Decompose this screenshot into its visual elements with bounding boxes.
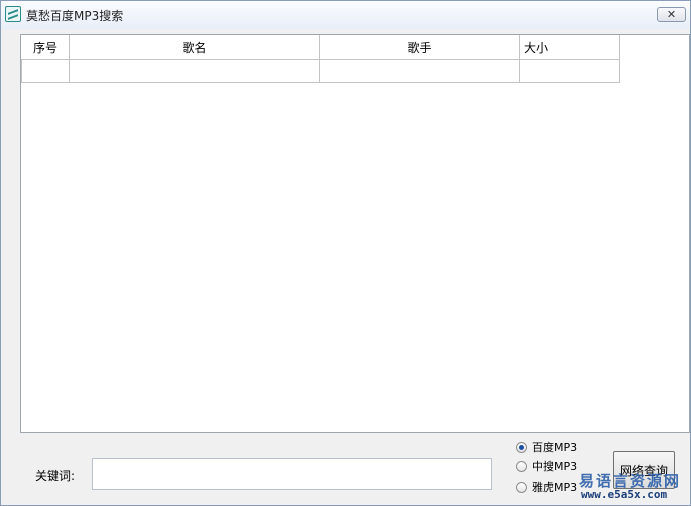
- source-radio-baidu[interactable]: 百度MP3: [516, 439, 577, 455]
- list-header: 序号 歌名 歌手 大小: [21, 35, 620, 60]
- close-button[interactable]: ✕: [657, 7, 686, 22]
- main-window: 莫愁百度MP3搜索 ✕ 序号 歌名 歌手 大小 关键词: 百度MP3 中搜MP3…: [0, 0, 691, 506]
- radio-unselected-icon[interactable]: [516, 460, 527, 472]
- source-label-baidu: 百度MP3: [532, 441, 578, 454]
- close-icon: ✕: [666, 8, 677, 21]
- column-header-index[interactable]: 序号: [21, 35, 70, 60]
- app-logo-icon: [5, 6, 21, 22]
- row-size-cell: [520, 60, 620, 83]
- watermark-url: www.e5a5x.com: [581, 488, 668, 501]
- radio-unselected-icon[interactable]: [516, 481, 527, 493]
- row-artist-cell: [320, 60, 520, 83]
- keyword-label: 关键词:: [35, 469, 76, 483]
- title-bar[interactable]: 莫愁百度MP3搜索 ✕: [1, 1, 690, 29]
- radio-selected-icon[interactable]: [516, 441, 527, 453]
- column-header-artist[interactable]: 歌手: [320, 35, 520, 60]
- source-radio-yahoo[interactable]: 雅虎MP3: [516, 479, 577, 495]
- column-header-size[interactable]: 大小: [520, 35, 620, 60]
- keyword-input[interactable]: [92, 458, 492, 490]
- source-label-zhongsou: 中搜MP3: [532, 460, 578, 473]
- source-label-yahoo: 雅虎MP3: [532, 481, 578, 494]
- row-song-cell: [70, 60, 320, 83]
- row-index-cell: [21, 60, 70, 83]
- results-list[interactable]: 序号 歌名 歌手 大小: [20, 34, 690, 433]
- window-title: 莫愁百度MP3搜索: [26, 9, 124, 23]
- column-header-song[interactable]: 歌名: [70, 35, 320, 60]
- table-row[interactable]: [21, 60, 620, 83]
- source-radio-zhongsou[interactable]: 中搜MP3: [516, 458, 577, 474]
